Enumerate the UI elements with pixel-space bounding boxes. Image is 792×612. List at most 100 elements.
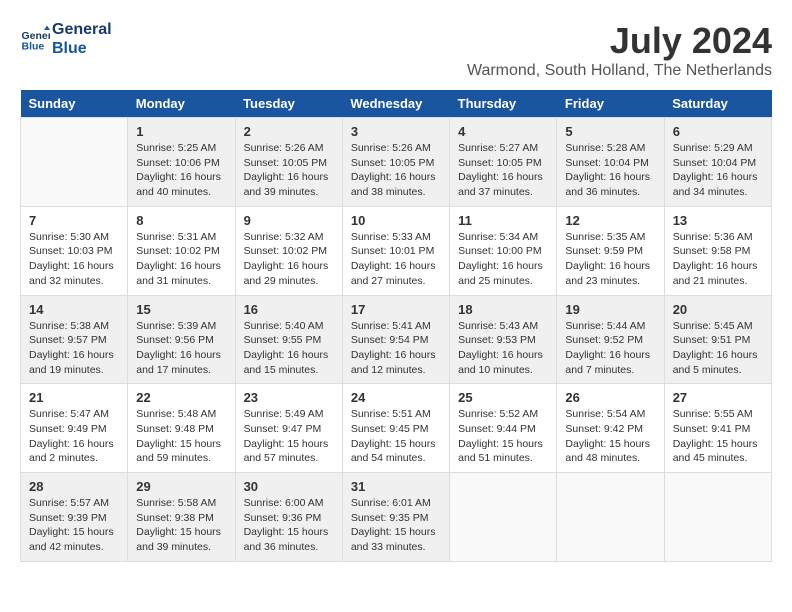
day-info: Sunrise: 5:38 AM Sunset: 9:57 PM Dayligh… [29,319,119,378]
calendar-cell: 10Sunrise: 5:33 AM Sunset: 10:01 PM Dayl… [342,206,449,295]
day-info: Sunrise: 5:58 AM Sunset: 9:38 PM Dayligh… [136,496,226,555]
day-info: Sunrise: 5:49 AM Sunset: 9:47 PM Dayligh… [244,407,334,466]
calendar-cell: 17 Sunrise: 5:41 AM Sunset: 9:54 PM Dayli… [342,295,449,384]
day-number: 17 [351,302,441,317]
day-info: Sunrise: 5:51 AM Sunset: 9:45 PM Dayligh… [351,407,441,466]
month-title: July 2024 [467,20,772,62]
calendar-cell: 25 Sunrise: 5:52 AM Sunset: 9:44 PM Dayli… [450,384,557,473]
day-number: 6 [673,124,763,139]
day-info: Sunrise: 5:45 AM Sunset: 9:51 PM Dayligh… [673,319,763,378]
title-section: July 2024 Warmond, South Holland, The Ne… [467,20,772,80]
day-number: 20 [673,302,763,317]
day-number: 5 [565,124,655,139]
day-info: Sunrise: 5:41 AM Sunset: 9:54 PM Dayligh… [351,319,441,378]
day-info: Sunrise: 5:33 AM Sunset: 10:01 PM Daylig… [351,230,441,289]
day-number: 21 [29,390,119,405]
logo: General Blue General Blue [20,20,112,58]
day-number: 14 [29,302,119,317]
weekday-header-tuesday: Tuesday [235,90,342,118]
calendar-cell: 14 Sunrise: 5:38 AM Sunset: 9:57 PM Dayli… [21,295,128,384]
calendar-cell: 11 Sunrise: 5:34 AM Sunset: 10:00 PM Dayl… [450,206,557,295]
calendar-cell: 26 Sunrise: 5:54 AM Sunset: 9:42 PM Dayli… [557,384,664,473]
weekday-header-wednesday: Wednesday [342,90,449,118]
day-number: 3 [351,124,441,139]
calendar-week-row: 21 Sunrise: 5:47 AM Sunset: 9:49 PM Dayli… [21,384,772,473]
day-info: Sunrise: 5:34 AM Sunset: 10:00 PM Daylig… [458,230,548,289]
weekday-header-saturday: Saturday [664,90,771,118]
calendar-cell [450,473,557,562]
day-number: 12 [565,213,655,228]
calendar-cell: 24 Sunrise: 5:51 AM Sunset: 9:45 PM Dayli… [342,384,449,473]
header: General Blue General Blue July 2024 Warm… [20,20,772,80]
calendar-cell [557,473,664,562]
logo-line2: Blue [52,39,112,58]
day-number: 11 [458,213,548,228]
day-number: 24 [351,390,441,405]
day-number: 22 [136,390,226,405]
day-number: 1 [136,124,226,139]
day-info: Sunrise: 5:43 AM Sunset: 9:53 PM Dayligh… [458,319,548,378]
location-title: Warmond, South Holland, The Netherlands [467,62,772,80]
day-info: Sunrise: 5:48 AM Sunset: 9:48 PM Dayligh… [136,407,226,466]
day-info: Sunrise: 5:32 AM Sunset: 10:02 PM Daylig… [244,230,334,289]
calendar-cell: 13Sunrise: 5:36 AM Sunset: 9:58 PM Dayli… [664,206,771,295]
svg-text:Blue: Blue [22,41,45,53]
day-number: 8 [136,213,226,228]
day-number: 26 [565,390,655,405]
day-info: Sunrise: 5:31 AM Sunset: 10:02 PM Daylig… [136,230,226,289]
calendar-week-row: 7Sunrise: 5:30 AM Sunset: 10:03 PM Dayli… [21,206,772,295]
day-number: 27 [673,390,763,405]
day-number: 15 [136,302,226,317]
day-info: Sunrise: 5:36 AM Sunset: 9:58 PM Dayligh… [673,230,763,289]
day-info: Sunrise: 5:52 AM Sunset: 9:44 PM Dayligh… [458,407,548,466]
calendar-cell: 8 Sunrise: 5:31 AM Sunset: 10:02 PM Dayli… [128,206,235,295]
weekday-header-monday: Monday [128,90,235,118]
day-info: Sunrise: 5:47 AM Sunset: 9:49 PM Dayligh… [29,407,119,466]
day-number: 16 [244,302,334,317]
calendar-cell: 1 Sunrise: 5:25 AM Sunset: 10:06 PM Dayli… [128,118,235,207]
day-info: Sunrise: 5:30 AM Sunset: 10:03 PM Daylig… [29,230,119,289]
logo-icon: General Blue [20,24,50,54]
day-info: Sunrise: 5:28 AM Sunset: 10:04 PM Daylig… [565,141,655,200]
day-info: Sunrise: 5:39 AM Sunset: 9:56 PM Dayligh… [136,319,226,378]
day-number: 29 [136,479,226,494]
calendar-cell: 31 Sunrise: 6:01 AM Sunset: 9:35 PM Dayli… [342,473,449,562]
day-info: Sunrise: 5:54 AM Sunset: 9:42 PM Dayligh… [565,407,655,466]
calendar-cell: 4Sunrise: 5:27 AM Sunset: 10:05 PM Dayli… [450,118,557,207]
day-number: 25 [458,390,548,405]
day-info: Sunrise: 5:25 AM Sunset: 10:06 PM Daylig… [136,141,226,200]
day-number: 23 [244,390,334,405]
calendar-cell: 9 Sunrise: 5:32 AM Sunset: 10:02 PM Dayli… [235,206,342,295]
calendar-week-row: 1 Sunrise: 5:25 AM Sunset: 10:06 PM Dayli… [21,118,772,207]
calendar-cell: 27Sunrise: 5:55 AM Sunset: 9:41 PM Dayli… [664,384,771,473]
calendar-table: SundayMondayTuesdayWednesdayThursdayFrid… [20,90,772,562]
day-info: Sunrise: 6:01 AM Sunset: 9:35 PM Dayligh… [351,496,441,555]
calendar-cell: 15 Sunrise: 5:39 AM Sunset: 9:56 PM Dayli… [128,295,235,384]
calendar-cell [21,118,128,207]
calendar-cell: 5 Sunrise: 5:28 AM Sunset: 10:04 PM Dayli… [557,118,664,207]
day-info: Sunrise: 5:40 AM Sunset: 9:55 PM Dayligh… [244,319,334,378]
calendar-cell: 21 Sunrise: 5:47 AM Sunset: 9:49 PM Dayli… [21,384,128,473]
day-number: 31 [351,479,441,494]
day-number: 9 [244,213,334,228]
calendar-cell: 29 Sunrise: 5:58 AM Sunset: 9:38 PM Dayli… [128,473,235,562]
day-info: Sunrise: 5:29 AM Sunset: 10:04 PM Daylig… [673,141,763,200]
day-number: 19 [565,302,655,317]
calendar-week-row: 14 Sunrise: 5:38 AM Sunset: 9:57 PM Dayli… [21,295,772,384]
day-number: 2 [244,124,334,139]
day-info: Sunrise: 5:27 AM Sunset: 10:05 PM Daylig… [458,141,548,200]
calendar-cell: 12 Sunrise: 5:35 AM Sunset: 9:59 PM Dayli… [557,206,664,295]
calendar-cell: 7Sunrise: 5:30 AM Sunset: 10:03 PM Dayli… [21,206,128,295]
day-info: Sunrise: 5:26 AM Sunset: 10:05 PM Daylig… [244,141,334,200]
calendar-cell: 20 Sunrise: 5:45 AM Sunset: 9:51 PM Dayli… [664,295,771,384]
logo-line1: General [52,20,112,39]
calendar-cell: 23 Sunrise: 5:49 AM Sunset: 9:47 PM Dayli… [235,384,342,473]
calendar-cell: 6 Sunrise: 5:29 AM Sunset: 10:04 PM Dayli… [664,118,771,207]
day-info: Sunrise: 5:26 AM Sunset: 10:05 PM Daylig… [351,141,441,200]
calendar-cell: 2 Sunrise: 5:26 AM Sunset: 10:05 PM Dayli… [235,118,342,207]
day-number: 28 [29,479,119,494]
calendar-cell: 28Sunrise: 5:57 AM Sunset: 9:39 PM Dayli… [21,473,128,562]
day-info: Sunrise: 6:00 AM Sunset: 9:36 PM Dayligh… [244,496,334,555]
day-info: Sunrise: 5:35 AM Sunset: 9:59 PM Dayligh… [565,230,655,289]
calendar-cell: 22 Sunrise: 5:48 AM Sunset: 9:48 PM Dayli… [128,384,235,473]
